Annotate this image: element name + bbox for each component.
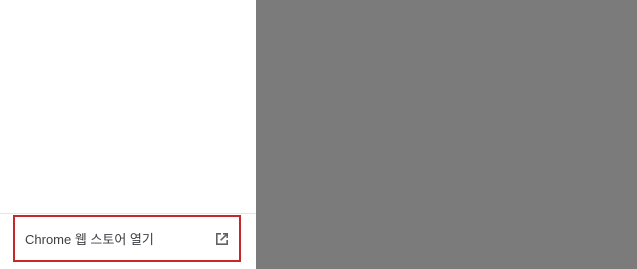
open-chrome-web-store-link[interactable]: Chrome 웹 스토어 열기 [13,215,241,262]
open-in-new-icon [213,230,231,248]
extensions-window: Chrome 웹 스토어 열기 [0,0,637,269]
sidebar-divider [0,213,256,214]
open-chrome-web-store-label: Chrome 웹 스토어 열기 [25,232,154,247]
content-overlay-panel [256,0,637,269]
sidebar: Chrome 웹 스토어 열기 [0,0,256,269]
